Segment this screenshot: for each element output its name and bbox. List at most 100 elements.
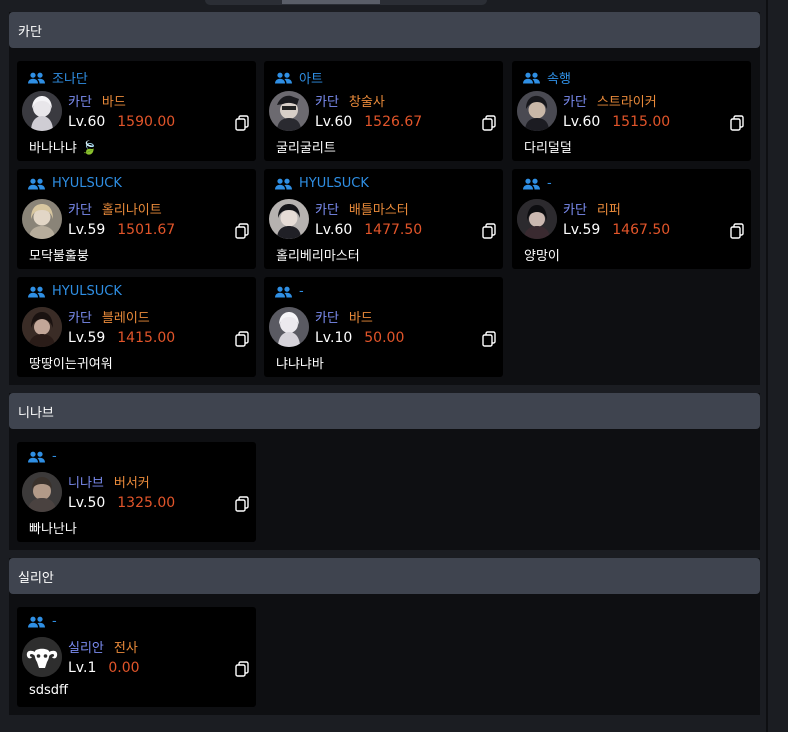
- character-card[interactable]: HYULSUCK 카단 배틀마스터 Lv.60 1477.50 홀리베리마스터: [264, 169, 503, 269]
- class-name: 버서커: [113, 476, 150, 491]
- character-level: Lv.60: [68, 114, 106, 130]
- character-level: Lv.59: [68, 330, 106, 346]
- server-name: 카단: [68, 311, 92, 326]
- copy-icon[interactable]: [730, 115, 744, 131]
- character-name: sdsdff: [29, 683, 69, 698]
- copy-icon[interactable]: [482, 223, 496, 239]
- people-icon: [275, 286, 292, 297]
- character-card[interactable]: - 니나브 버서커 Lv.50 1325.00 빠나난나: [17, 442, 256, 542]
- server-name: 카단: [68, 95, 92, 110]
- server-section-ninav: 니나브 - 니나브 버서커 Lv.50 1325.00 빠나난나: [9, 393, 760, 550]
- character-card[interactable]: 속행 카단 스트라이커 Lv.60 1515.00 다리덜덜: [512, 61, 751, 161]
- tab-selected-indicator[interactable]: [282, 0, 380, 4]
- character-card[interactable]: 아트 카단 창술사 Lv.60 1526.67 굴리굴리트: [264, 61, 503, 161]
- character-avatar: [269, 91, 309, 131]
- guild-row: -: [275, 284, 304, 299]
- character-name: 굴리굴리트: [276, 141, 336, 156]
- copy-icon[interactable]: [482, 115, 496, 131]
- character-card[interactable]: - 카단 리퍼 Lv.59 1467.50 양망이: [512, 169, 751, 269]
- character-avatar: [517, 91, 557, 131]
- server-section-kadan: 카단 조나단 카단 바드 Lv.60 1590.00 바나나냐 🍃 아트 카단 창술사…: [9, 12, 760, 385]
- scrollbar-track[interactable]: [766, 0, 768, 732]
- character-card[interactable]: - 카단 바드 Lv.10 50.00 냐냐냐바: [264, 277, 503, 377]
- guild-name: -: [52, 449, 57, 464]
- character-name: 다리덜덜: [524, 141, 572, 156]
- character-name: 양망이: [524, 249, 560, 264]
- item-level: 1501.67: [117, 222, 176, 238]
- class-name: 바드: [101, 95, 126, 110]
- guild-name: -: [52, 614, 57, 629]
- guild-name: -: [547, 176, 552, 191]
- character-card[interactable]: 조나단 카단 바드 Lv.60 1590.00 바나나냐 🍃: [17, 61, 256, 161]
- guild-name: HYULSUCK: [299, 176, 369, 191]
- section-header[interactable]: 실리안: [9, 558, 760, 594]
- character-level: Lv.59: [68, 222, 106, 238]
- people-icon: [28, 178, 45, 189]
- copy-icon[interactable]: [235, 115, 249, 131]
- people-icon: [523, 178, 540, 189]
- copy-icon[interactable]: [235, 331, 249, 347]
- item-level: 1415.00: [117, 330, 176, 346]
- copy-icon[interactable]: [235, 661, 249, 677]
- character-name: 땅땅이는귀여워: [29, 357, 113, 372]
- guild-row: 조나단: [28, 68, 88, 87]
- item-level: 50.00: [364, 330, 405, 346]
- character-level: Lv.60: [315, 222, 353, 238]
- class-name: 창술사: [348, 95, 385, 110]
- guild-row: 속행: [523, 68, 571, 87]
- class-name: 블레이드: [101, 311, 150, 326]
- character-name: 홀리베리마스터: [276, 249, 360, 264]
- character-card[interactable]: HYULSUCK 카단 블레이드 Lv.59 1415.00 땅땅이는귀여워: [17, 277, 256, 377]
- character-avatar: [22, 307, 62, 347]
- guild-row: -: [28, 449, 57, 464]
- top-tab-strip: [0, 0, 788, 6]
- item-level: 1325.00: [117, 495, 176, 511]
- server-name: 카단: [315, 95, 339, 110]
- item-level: 1467.50: [612, 222, 671, 238]
- server-section-silian: 실리안 - 실리안 전사 Lv.1 0.00 sdsdff: [9, 558, 760, 715]
- copy-icon[interactable]: [235, 496, 249, 512]
- copy-icon[interactable]: [482, 331, 496, 347]
- section-header[interactable]: 니나브: [9, 393, 760, 429]
- guild-row: HYULSUCK: [28, 176, 122, 191]
- guild-name: HYULSUCK: [52, 284, 122, 299]
- character-name: 냐냐냐바: [276, 357, 324, 372]
- class-name: 바드: [348, 311, 373, 326]
- people-icon: [28, 451, 45, 462]
- character-name: 모닥불훌붕: [29, 249, 89, 264]
- character-name: 빠나난나: [29, 522, 77, 537]
- server-name: 카단: [315, 203, 339, 218]
- character-avatar: [517, 199, 557, 239]
- copy-icon[interactable]: [235, 223, 249, 239]
- guild-name: 속행: [547, 72, 571, 87]
- character-level: Lv.1: [68, 660, 97, 676]
- people-icon: [28, 616, 45, 627]
- character-name: 바나나냐 🍃: [29, 141, 98, 156]
- guild-row: HYULSUCK: [28, 284, 122, 299]
- character-card[interactable]: HYULSUCK 카단 홀리나이트 Lv.59 1501.67 모닥불훌붕: [17, 169, 256, 269]
- people-icon: [523, 72, 540, 83]
- people-icon: [275, 178, 292, 189]
- class-name: 스트라이커: [596, 95, 657, 110]
- character-level: Lv.60: [563, 114, 601, 130]
- server-name: 카단: [563, 95, 587, 110]
- item-level: 1515.00: [612, 114, 671, 130]
- people-icon: [28, 72, 45, 83]
- class-name: 홀리나이트: [101, 203, 162, 218]
- server-name: 카단: [563, 203, 587, 218]
- character-avatar: [269, 199, 309, 239]
- guild-name: 아트: [299, 72, 323, 87]
- guild-row: -: [523, 176, 552, 191]
- character-level: Lv.10: [315, 330, 353, 346]
- character-card[interactable]: - 실리안 전사 Lv.1 0.00 sdsdff: [17, 607, 256, 707]
- copy-icon[interactable]: [730, 223, 744, 239]
- class-name: 리퍼: [596, 203, 621, 218]
- section-header[interactable]: 카단: [9, 12, 760, 48]
- people-icon: [28, 286, 45, 297]
- ram-skull-icon: [22, 637, 62, 677]
- item-level: 0.00: [108, 660, 140, 676]
- guild-row: 아트: [275, 68, 323, 87]
- server-name: 실리안: [68, 641, 104, 656]
- guild-name: HYULSUCK: [52, 176, 122, 191]
- character-avatar: [269, 307, 309, 347]
